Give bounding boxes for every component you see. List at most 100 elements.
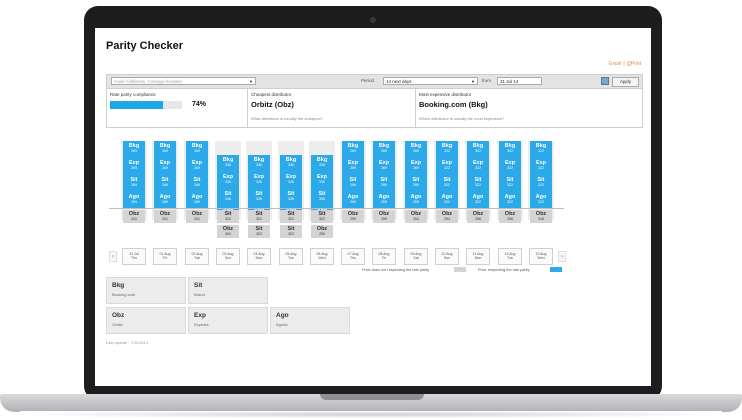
rate-cell: Exp 336	[311, 174, 333, 184]
non-parity-rate-box: Obz 296	[499, 210, 521, 223]
weekday-label: Wed	[537, 256, 545, 260]
parity-column-card[interactable]: Bkg 269 Exp 269 Sit 269 Ago 269	[405, 141, 427, 209]
weekday-label: Mon	[255, 256, 263, 260]
rate-cell: Ago 269	[154, 194, 176, 204]
distributor-code: Sit	[318, 211, 326, 217]
date-cell[interactable]: 04 Aug Mon	[247, 248, 271, 265]
rate-price: 336	[288, 197, 294, 201]
non-parity-rate-box: Obz 241	[186, 210, 208, 223]
rate-price: 322	[288, 232, 294, 236]
weekday-label: Fri	[162, 256, 168, 260]
parity-column-card[interactable]: Bkg 322 Exp 322 Sit 322 Ago 322	[467, 141, 489, 209]
non-parity-rate-box: Sit 322	[248, 210, 270, 223]
rate-price: 322	[319, 217, 325, 221]
chevron-right-icon[interactable]: ›	[558, 251, 566, 262]
date-label: 08 Aug	[378, 252, 390, 256]
last-update-text: Last update : 7/31/2014	[106, 340, 149, 345]
date-cell[interactable]: 02 Aug Sat	[185, 248, 209, 265]
rate-cell: Ago 322	[499, 194, 521, 204]
rate-cell: Bkg 336	[248, 157, 270, 167]
date-cell[interactable]: 09 Aug Sat	[404, 248, 428, 265]
date-cell[interactable]: 12 Aug Tue	[498, 248, 522, 265]
distributor-code: Obz	[535, 211, 547, 217]
date-cell[interactable]: 07 Aug Thu	[341, 248, 365, 265]
rate-cell: Exp 322	[530, 160, 552, 170]
rate-cell: Ago 322	[467, 194, 489, 204]
rate-price: 322	[225, 217, 231, 221]
distributor-name: Brand	[194, 292, 205, 297]
rate-cell: Bkg 269	[186, 143, 208, 153]
rate-price: 322	[507, 200, 513, 204]
distributor-code: Obz	[222, 226, 234, 232]
weekday-label: Sun	[224, 256, 232, 260]
weekday-label: Tue	[507, 256, 513, 260]
rate-price: 269	[350, 166, 356, 170]
rate-price: 269	[194, 183, 200, 187]
rate-cell: Sit 336	[217, 191, 239, 201]
rate-cell: Bkg 322	[530, 143, 552, 153]
laptop-notch	[320, 394, 424, 400]
non-parity-rate-box: Obz 259	[373, 210, 395, 223]
rate-price: 269	[350, 200, 356, 204]
rate-cell: Exp 269	[154, 160, 176, 170]
rate-price: 322	[444, 166, 450, 170]
date-cell[interactable]: 06 Aug Wed	[310, 248, 334, 265]
distributor-card: Obz Orbitz	[106, 307, 186, 334]
rate-price: 269	[131, 149, 137, 153]
non-parity-rate-box: Sit 322	[248, 225, 270, 238]
parity-column-card[interactable]: Bkg 269 Exp 269 Sit 269 Ago 269	[373, 141, 395, 209]
rate-cell: Sit 269	[405, 177, 427, 187]
rate-cell: Ago 269	[123, 194, 145, 204]
non-parity-rate-box: Sit 322	[311, 210, 333, 223]
parity-column-card[interactable]: Bkg 269 Exp 269 Sit 269 Ago 269	[154, 141, 176, 209]
rate-cell: Sit 336	[311, 191, 333, 201]
legend-not-respecting-label: Price does not respecting the rate parit…	[362, 268, 430, 272]
rate-price: 269	[162, 200, 168, 204]
rate-price: 336	[225, 180, 231, 184]
distributor-code: Obz	[472, 211, 484, 217]
date-label: 07 Aug	[347, 252, 359, 256]
legend-respecting-label: Price respecting the rate parity	[478, 268, 530, 272]
distributor-card: Sit Brand	[188, 277, 268, 304]
parity-column-card[interactable]: Bkg 269 Exp 269 Sit 269 Ago 269	[342, 141, 364, 209]
parity-column-card[interactable]: Bkg 322 Exp 322 Sit 322 Ago 322	[499, 141, 521, 209]
rate-price: 322	[444, 200, 450, 204]
rate-price: 241	[162, 217, 168, 221]
rate-price: 269	[381, 183, 387, 187]
parity-column-card[interactable]: Bkg 269 Exp 269 Sit 269 Ago 269	[186, 141, 208, 209]
date-cell[interactable]: 11 Aug Mon	[466, 248, 490, 265]
parity-column-card[interactable]: Bkg 322 Exp 322 Sit 322 Ago 322	[436, 141, 458, 209]
rate-price: 269	[194, 149, 200, 153]
date-cell[interactable]: 01 Aug Fri	[153, 248, 177, 265]
date-cell[interactable]: 10 Aug Sun	[435, 248, 459, 265]
rate-price: 269	[162, 149, 168, 153]
legend-not-respecting-swatch	[454, 267, 466, 272]
rate-price: 259	[350, 217, 356, 221]
weekday-label: Sat	[194, 256, 200, 260]
parity-column-card[interactable]: Bkg 269 Exp 269 Sit 269 Ago 269	[123, 141, 145, 209]
date-cell[interactable]: 13 Aug Wed	[529, 248, 553, 265]
date-cell[interactable]: 03 Aug Sun	[216, 248, 240, 265]
weekday-label: Mon	[474, 256, 482, 260]
rate-cell: Ago 322	[436, 194, 458, 204]
date-cell[interactable]: 31 Jul Thu	[122, 248, 146, 265]
date-cell[interactable]: 05 Aug Tue	[279, 248, 303, 265]
rate-cell: Sit 336	[248, 191, 270, 201]
rate-cell: Bkg 269	[154, 143, 176, 153]
date-cell[interactable]: 08 Aug Fri	[372, 248, 396, 265]
rate-cell: Bkg 322	[467, 143, 489, 153]
rate-price: 269	[381, 149, 387, 153]
weekday-label: Wed	[318, 256, 326, 260]
rate-price: 322	[538, 200, 544, 204]
rate-cell: Exp 322	[436, 160, 458, 170]
weekday-label: Thu	[130, 256, 138, 260]
distributor-card: Exp Expedia	[188, 307, 268, 334]
date-label: 13 Aug	[535, 252, 547, 256]
rate-price: 241	[194, 217, 200, 221]
parity-column-card[interactable]: Bkg 322 Exp 322 Sit 322 Ago 322	[530, 141, 552, 209]
chevron-left-icon[interactable]: ‹	[109, 251, 117, 262]
rate-price: 304	[225, 232, 231, 236]
rate-price: 322	[538, 183, 544, 187]
distributor-code: Sit	[287, 211, 295, 217]
grid-divider	[109, 208, 564, 209]
